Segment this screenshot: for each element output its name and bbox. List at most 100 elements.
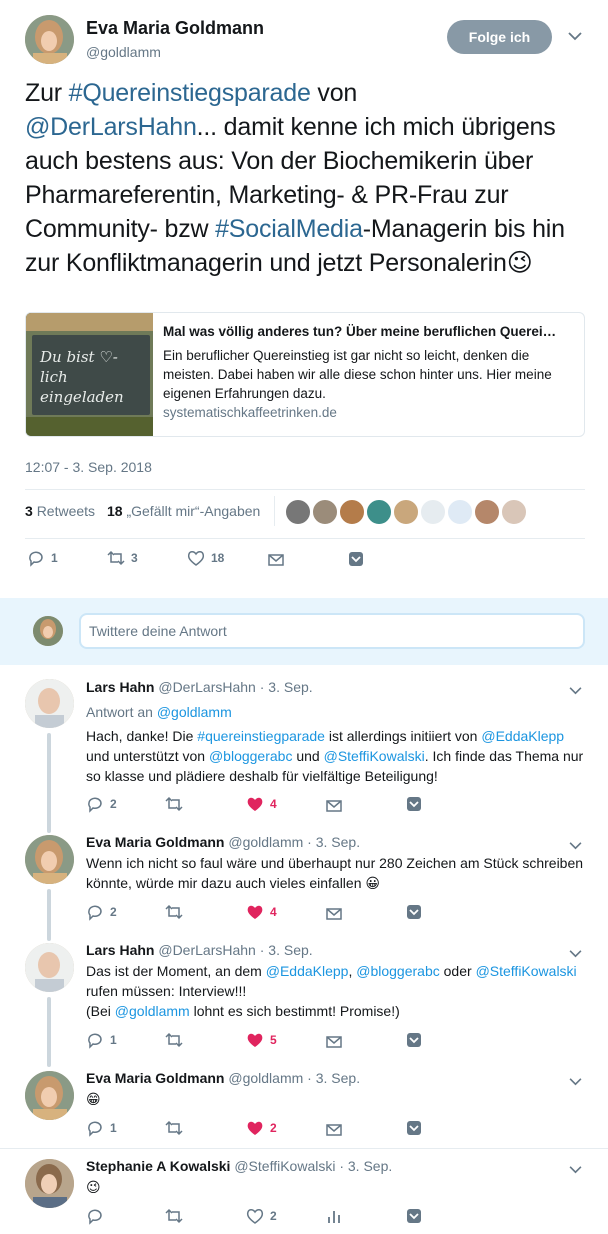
mention-link[interactable]: @EddaKlepp [266,963,349,979]
more-action[interactable] [347,550,365,568]
likes-stat[interactable]: 18 „Gefällt mir“-Angaben [107,503,260,519]
reply-action[interactable]: 1 [27,549,58,567]
author-name[interactable]: Eva Maria Goldmann [86,18,264,39]
retweets-stat[interactable]: 3 Retweets [25,503,95,519]
reply-author-handle[interactable]: @DerLarsHahn [158,679,255,695]
reply-avatar[interactable] [25,679,74,728]
reply-author-name[interactable]: Eva Maria Goldmann [86,1070,224,1086]
like-action[interactable]: 2 [246,1207,277,1225]
envelope-icon [326,908,342,920]
author-avatar[interactable] [25,15,74,64]
reply-author-handle[interactable]: @goldlamm [228,1070,303,1086]
likers-avatar-list[interactable] [285,499,527,527]
dm-action[interactable] [325,1033,343,1051]
like-action[interactable]: 2 [246,1119,277,1137]
more-action[interactable] [405,903,423,921]
dm-action[interactable] [325,797,343,815]
liker-avatar[interactable] [501,499,527,525]
liker-avatar[interactable] [366,499,392,525]
reply-author-name[interactable]: Stephanie A Kowalski [86,1158,230,1174]
tweet-timestamp[interactable]: 12:07 - 3. Sep. 2018 [25,459,152,475]
heart-icon [247,905,263,919]
reply-date[interactable]: · 3. Sep. [339,1158,392,1174]
like-action[interactable]: 18 [187,549,224,567]
text-segment: und [292,748,324,764]
like-action[interactable]: 4 [246,903,277,921]
chevron-down-icon[interactable] [569,1073,582,1089]
reply-author-name[interactable]: Eva Maria Goldmann [86,834,224,850]
mention-link[interactable]: @DerLarsHahn [25,113,197,141]
reply-author-name[interactable]: Lars Hahn [86,942,154,958]
liker-avatar[interactable] [474,499,500,525]
chevron-down-icon [407,797,421,811]
chevron-down-icon[interactable] [569,945,582,961]
mention-link[interactable]: @SteffiKowalski [324,748,425,764]
reply-date[interactable]: · 3. Sep. [307,1070,360,1086]
retweet-action[interactable] [165,1031,183,1049]
reply-date[interactable]: · 3. Sep. [260,679,313,695]
analytics-icon [328,1211,340,1223]
divider [0,1148,608,1149]
dm-action[interactable] [267,551,285,569]
retweet-action[interactable] [165,1119,183,1137]
mention-link[interactable]: @bloggerabc [356,963,440,979]
reply-action[interactable]: 1 [86,1119,117,1137]
more-action[interactable] [405,1207,423,1225]
hashtag-link[interactable]: #Quereinstiegsparade [69,79,311,107]
reply-icon [88,797,102,813]
reply-author-handle[interactable]: @SteffiKowalski [234,1158,335,1174]
reply-date[interactable]: · 3. Sep. [260,942,313,958]
like-action[interactable]: 5 [246,1031,277,1049]
reply-author-name[interactable]: Lars Hahn [86,679,154,695]
reply-author-handle[interactable]: @DerLarsHahn [158,942,255,958]
more-action[interactable] [405,1119,423,1137]
liker-avatar[interactable] [447,499,473,525]
liker-avatar[interactable] [285,499,311,525]
more-action[interactable] [405,795,423,813]
hashtag-link[interactable]: #SocialMedia [215,215,363,243]
retweet-action[interactable] [165,903,183,921]
dm-action[interactable] [325,1121,343,1139]
retweet-action[interactable]: 3 [107,549,138,567]
reply-avatar[interactable] [25,1071,74,1120]
liker-avatar[interactable] [339,499,365,525]
like-action[interactable]: 4 [246,795,277,813]
reply-input[interactable]: Twittere deine Antwort [79,613,585,649]
liker-avatar[interactable] [420,499,446,525]
beaming-emoji: 😁 [86,1091,101,1107]
link-card[interactable]: Du bist ♡-lich eingeladen Mal was völlig… [25,312,585,437]
divider [25,538,585,539]
reply-date[interactable]: · 3. Sep. [307,834,360,850]
dm-action[interactable] [325,905,343,923]
mention-link[interactable]: @bloggerabc [209,748,293,764]
author-handle[interactable]: @goldlamm [86,44,161,60]
more-action[interactable] [405,1031,423,1049]
mention-link[interactable]: @SteffiKowalski [476,963,577,979]
liker-avatar[interactable] [393,499,419,525]
chevron-down-icon[interactable] [569,682,582,698]
thread-line [47,997,51,1067]
reply-action[interactable]: 1 [86,1031,117,1049]
reply-action[interactable]: 2 [86,795,117,813]
reply-avatar[interactable] [25,835,74,884]
chevron-down-icon[interactable] [569,837,582,853]
likes-count: 18 [107,503,123,519]
follow-button[interactable]: Folge ich [447,20,552,54]
user-avatar[interactable] [33,616,63,646]
reply-avatar[interactable] [25,943,74,992]
reply-avatar[interactable] [25,1159,74,1208]
retweet-action[interactable] [165,1207,183,1225]
mention-link[interactable]: @EddaKlepp [481,728,564,744]
chevron-down-icon[interactable] [568,28,582,44]
hashtag-link[interactable]: #quereinstiegparade [197,728,325,744]
reply-to-mention[interactable]: @goldlamm [157,704,232,720]
liker-avatar[interactable] [312,499,338,525]
mention-link[interactable]: @goldlamm [115,1003,190,1019]
reply-author-handle[interactable]: @goldlamm [228,834,303,850]
text-segment: Wenn ich nicht so faul wäre und überhaup… [86,855,584,891]
chevron-down-icon[interactable] [569,1161,582,1177]
analytics-action[interactable] [325,1207,343,1225]
reply-action[interactable] [86,1207,104,1225]
retweet-action[interactable] [165,795,183,813]
reply-action[interactable]: 2 [86,903,117,921]
